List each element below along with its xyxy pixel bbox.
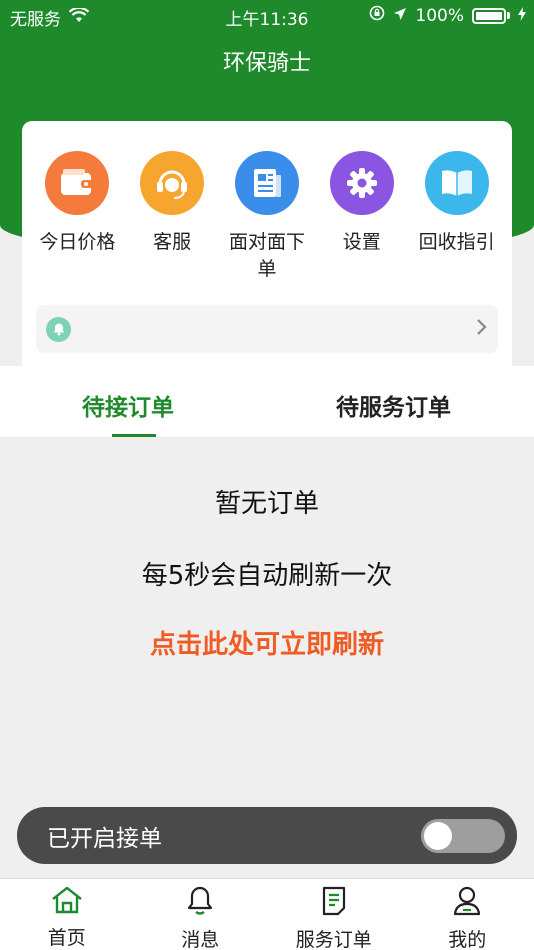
- location-icon: [393, 6, 407, 26]
- feature-settings[interactable]: 设置: [317, 151, 407, 283]
- feature-label: 今日价格: [39, 231, 116, 253]
- feature-today-price[interactable]: 今日价格: [32, 151, 122, 283]
- home-icon: [50, 885, 84, 919]
- battery-icon: [472, 7, 506, 24]
- accept-orders-switch[interactable]: [421, 818, 505, 853]
- bottom-tab-bar: 首页 消息 服务订单 我的: [0, 878, 534, 950]
- feature-customer-service[interactable]: 客服: [127, 151, 217, 283]
- chevron-right-icon: [476, 317, 488, 342]
- switch-knob: [424, 821, 452, 850]
- tabbar-item-profile[interactable]: 我的: [401, 879, 534, 950]
- book-icon: [424, 151, 489, 215]
- gear-icon: [329, 151, 394, 215]
- headset-icon: [140, 151, 205, 215]
- feature-label: 面对面下单: [228, 231, 305, 280]
- document-icon: [319, 885, 349, 921]
- feature-recycle-guide[interactable]: 回收指引: [412, 151, 502, 283]
- bell-icon: [185, 885, 215, 921]
- charging-icon: [518, 6, 526, 26]
- notice-bell-icon: [46, 316, 71, 342]
- accept-orders-label: 已开启接单: [47, 825, 162, 852]
- feature-card: 今日价格 客服 面对面下单 设置 回收指引: [22, 121, 512, 366]
- status-bar: 无服务 上午11:36 100%: [0, 0, 534, 30]
- page-title: 环保骑士: [222, 51, 311, 76]
- tabbar-label: 我的: [448, 929, 487, 950]
- feature-label: 回收指引: [418, 231, 495, 253]
- wallet-icon: [45, 151, 110, 215]
- accept-orders-bar: 已开启接单: [17, 807, 517, 864]
- tabbar-label: 消息: [181, 929, 220, 950]
- feature-face-to-face-order[interactable]: 面对面下单: [222, 151, 312, 283]
- user-icon: [452, 885, 482, 921]
- tabbar-item-service-orders[interactable]: 服务订单: [267, 879, 401, 950]
- order-tabs: 待接订单 待服务订单: [0, 366, 534, 437]
- empty-state-subtitle: 每5秒会自动刷新一次: [141, 561, 393, 591]
- empty-state-title: 暂无订单: [214, 489, 319, 519]
- notice-bar[interactable]: [36, 305, 498, 353]
- battery-percent: 100%: [415, 5, 464, 26]
- refresh-now-link[interactable]: 点击此处可立即刷新: [0, 624, 534, 661]
- tab-service-orders[interactable]: 待服务订单: [336, 388, 451, 422]
- newspaper-icon: [234, 151, 299, 215]
- tabbar-item-messages[interactable]: 消息: [134, 879, 268, 950]
- tabbar-label: 服务订单: [295, 929, 372, 950]
- tab-active-indicator: [112, 434, 156, 437]
- rotation-lock-icon: [369, 5, 385, 26]
- feature-label: 客服: [153, 231, 192, 253]
- tabbar-item-home[interactable]: 首页: [0, 879, 134, 950]
- tab-pending-orders[interactable]: 待接订单: [82, 388, 174, 422]
- tabbar-label: 首页: [47, 927, 86, 949]
- feature-label: 设置: [342, 231, 381, 253]
